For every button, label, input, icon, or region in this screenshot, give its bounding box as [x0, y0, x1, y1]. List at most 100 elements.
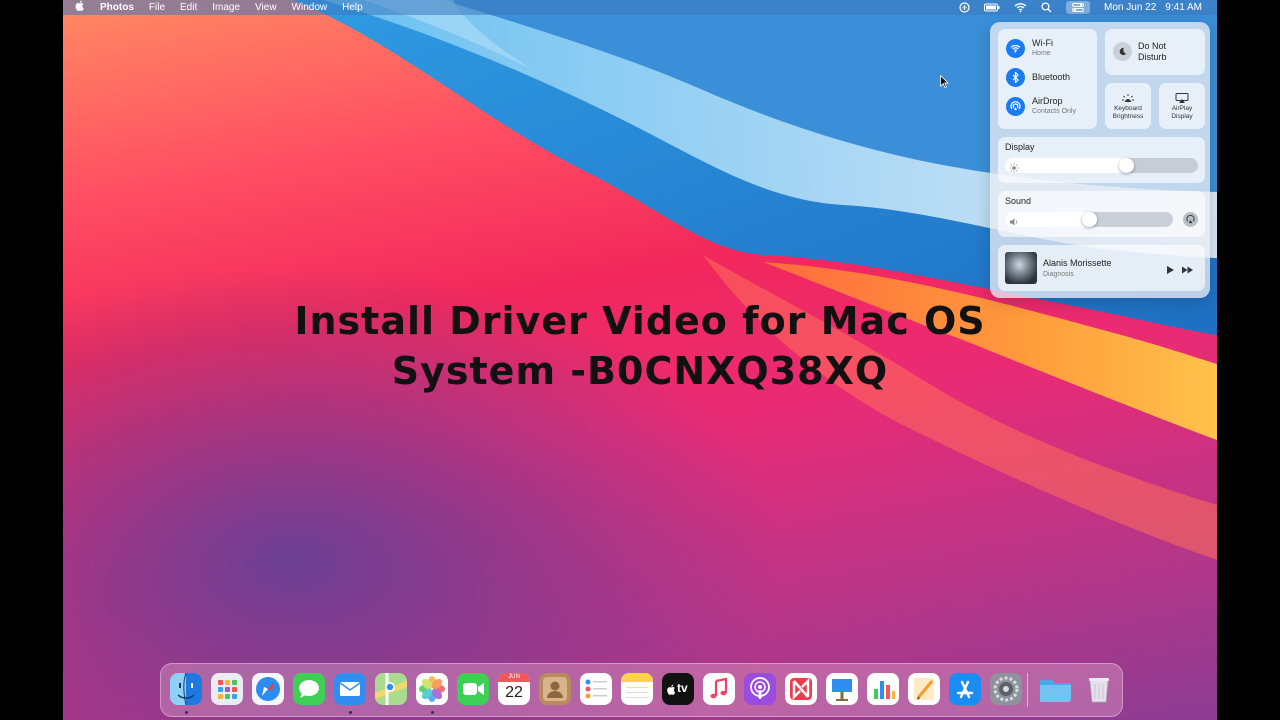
dock-facetime[interactable] — [457, 673, 489, 705]
control-center-icon[interactable] — [1066, 1, 1091, 14]
keyboard-brightness-line-2: Brightness — [1112, 113, 1144, 120]
music-icon — [703, 673, 735, 705]
mail-icon — [334, 673, 366, 705]
podcasts-icon — [744, 673, 776, 705]
menu-edit[interactable]: Edit — [180, 0, 197, 16]
menu-view[interactable]: View — [255, 0, 277, 16]
sound-label: Sound — [1005, 196, 1032, 206]
dock-safari[interactable] — [252, 673, 284, 705]
menu-help[interactable]: Help — [342, 0, 363, 16]
reminders-icon — [580, 673, 612, 705]
trash-icon — [1089, 678, 1109, 703]
bluetooth-toggle[interactable]: Bluetooth — [1006, 68, 1070, 87]
overlay-title: Install Driver Video for Mac OS System -… — [63, 296, 1217, 396]
apple-icon[interactable] — [75, 0, 85, 16]
sun-icon — [1009, 160, 1019, 178]
dock-launchpad[interactable] — [211, 673, 243, 705]
desktop: Photos File Edit Image View Window Help — [63, 0, 1217, 720]
airplay-display-button[interactable]: AirPlay Display — [1159, 83, 1205, 129]
dock-tv[interactable]: tv — [662, 673, 694, 705]
dock-finder[interactable] — [170, 673, 202, 705]
now-playing-track: Diagnosis — [1043, 271, 1074, 278]
menu-image[interactable]: Image — [212, 0, 240, 16]
calendar-month: JUN — [498, 673, 530, 682]
display-module: Display — [998, 137, 1205, 183]
fast-forward-icon[interactable] — [1181, 262, 1194, 280]
folder-icon — [1040, 680, 1071, 702]
search-icon[interactable] — [1041, 2, 1052, 13]
dock-podcasts[interactable] — [744, 673, 776, 705]
launchpad-icon — [211, 673, 243, 705]
keynote-icon — [826, 673, 858, 705]
airdrop-status: Contacts Only — [1032, 108, 1076, 115]
airdrop-toggle[interactable]: AirDrop Contacts Only — [1006, 96, 1076, 116]
wifi-icon[interactable] — [1014, 2, 1027, 13]
menu-app-name[interactable]: Photos — [100, 0, 134, 16]
display-slider-knob[interactable] — [1119, 158, 1134, 173]
dock-keynote[interactable] — [826, 673, 858, 705]
dock-messages[interactable] — [293, 673, 325, 705]
app-store-icon — [949, 673, 981, 705]
dock-notes[interactable] — [621, 673, 653, 705]
dock-numbers[interactable] — [867, 673, 899, 705]
volume-slider-knob[interactable] — [1082, 212, 1097, 227]
dock-photos[interactable] — [416, 673, 448, 705]
numbers-icon — [867, 673, 899, 705]
dock-maps[interactable] — [375, 673, 407, 705]
play-icon[interactable] — [1165, 262, 1175, 280]
dock-mail[interactable] — [334, 673, 366, 705]
dock-app-store[interactable] — [949, 673, 981, 705]
pages-icon — [908, 673, 940, 705]
dock: JUN 22 tv — [160, 663, 1123, 717]
airplay-display-line-1: AirPlay — [1171, 105, 1193, 112]
dock-calendar[interactable]: JUN 22 — [498, 673, 530, 705]
airplay-audio-icon[interactable] — [1183, 212, 1198, 227]
tv-apple-icon — [667, 682, 676, 700]
bluetooth-label: Bluetooth — [1032, 72, 1071, 82]
speaker-icon — [1009, 214, 1019, 232]
do-not-disturb-toggle[interactable]: Do Not Disturb — [1105, 29, 1205, 75]
airdrop-label: AirDrop — [1032, 96, 1063, 106]
volume-slider[interactable] — [1005, 212, 1173, 227]
contacts-icon — [539, 673, 571, 705]
menu-time[interactable]: 9:41 AM — [1165, 0, 1202, 15]
finder-running-indicator — [185, 711, 188, 714]
notes-icon — [621, 673, 653, 705]
dock-downloads-folder[interactable] — [1039, 673, 1071, 705]
menu-file[interactable]: File — [149, 0, 165, 16]
dock-system-preferences[interactable] — [990, 673, 1022, 705]
battery-icon[interactable] — [984, 2, 1000, 13]
safari-icon — [252, 673, 284, 705]
dock-news[interactable] — [785, 673, 817, 705]
airplay-display-icon — [1159, 91, 1205, 103]
display-slider-fill — [1005, 158, 1134, 173]
dnd-label-line-2: Disturb — [1138, 52, 1167, 62]
calendar-day: 22 — [505, 684, 523, 701]
dock-pages[interactable] — [908, 673, 940, 705]
overlay-title-line-2: System -B0CNXQ38XQ — [391, 349, 889, 393]
dock-contacts[interactable] — [539, 673, 571, 705]
keyboard-brightness-button[interactable]: Keyboard Brightness — [1105, 83, 1151, 129]
menu-window[interactable]: Window — [292, 0, 328, 16]
dock-music[interactable] — [703, 673, 735, 705]
display-brightness-slider[interactable] — [1005, 158, 1198, 173]
sound-module: Sound — [998, 191, 1205, 237]
maps-icon — [375, 673, 407, 705]
airplay-display-line-2: Display — [1171, 113, 1193, 120]
photos-icon — [416, 673, 448, 705]
menu-date[interactable]: Mon Jun 22 — [1104, 0, 1156, 15]
photos-running-indicator — [431, 711, 434, 714]
keyboard-brightness-line-1: Keyboard — [1114, 105, 1142, 112]
mouse-cursor — [940, 74, 949, 93]
control-center-panel: Wi-Fi Home Bluetooth AirDrop Contacts On… — [990, 22, 1210, 298]
network-tile: Wi-Fi Home Bluetooth AirDrop Contacts On… — [998, 29, 1097, 129]
wifi-toggle[interactable]: Wi-Fi Home — [1006, 38, 1053, 58]
dock-trash[interactable] — [1083, 673, 1115, 705]
dock-reminders[interactable] — [580, 673, 612, 705]
now-playing-module: Alanis Morissette Diagnosis — [998, 245, 1205, 291]
siri-icon[interactable] — [959, 2, 970, 13]
finder-icon — [170, 673, 202, 705]
dock-separator — [1027, 673, 1028, 707]
airdrop-icon — [1006, 96, 1025, 116]
album-artwork[interactable] — [1005, 252, 1037, 284]
